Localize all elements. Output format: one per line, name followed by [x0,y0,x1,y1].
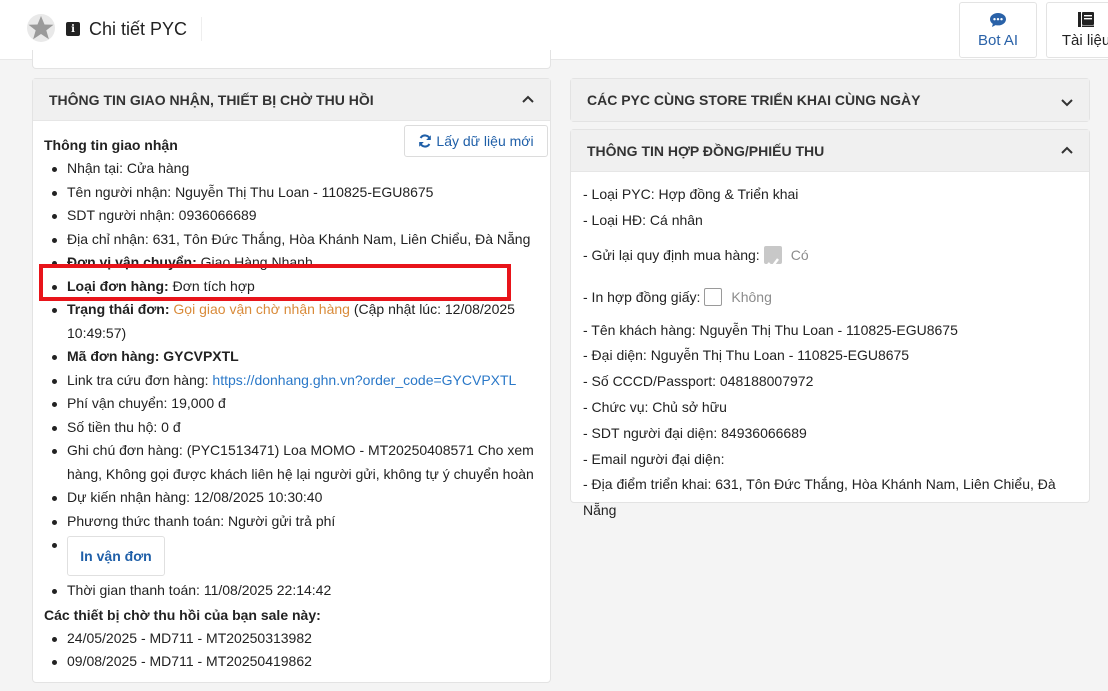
status-label: Trạng thái đơn: [67,301,170,317]
docs-button[interactable]: Tài liệu [1046,2,1108,58]
refresh-data-button[interactable]: Lấy dữ liệu mới [404,125,548,157]
list-item: Số tiền thu hộ: 0 đ [44,416,539,440]
list-item: Nhận tại: Cửa hàng [44,157,539,181]
contract-type: - Loại HĐ: Cá nhân [583,211,703,228]
print-contract-value: Không [731,288,772,305]
list-item: Trạng thái đơn: Gọi giao vận chờ nhận hà… [44,298,539,345]
page-title: Chi tiết PYC [89,18,188,39]
refresh-label: Lấy dữ liệu mới [436,133,534,149]
list-item: SDT người nhận: 0936066689 [44,204,539,228]
list-item: Đơn vị vận chuyển: Giao Hàng Nhanh [44,251,539,275]
list-item: Dự kiến nhận hàng: 12/08/2025 10:30:40 [44,486,539,510]
tracking-link[interactable]: https://donhang.ghn.vn?order_code=GYCVPX… [212,372,516,388]
print-contract-checkbox[interactable] [704,287,723,306]
device-item: 09/08/2025 - MD711 - MT20250419862 [44,650,539,674]
same-store-panel: CÁC PYC CÙNG STORE TRIỂN KHAI CÙNG NGÀY [570,78,1090,122]
resend-policy-value: Có [790,246,809,263]
delivery-info-list: Nhận tại: Cửa hàng Tên người nhận: Nguyễ… [44,157,539,603]
contract-panel-title: THÔNG TIN HỢP ĐỒNG/PHIẾU THU [587,142,825,159]
order-type-value: Đơn tích hợp [172,277,255,294]
delivery-panel-header[interactable]: THÔNG TIN GIAO NHẬN, THIẾT BỊ CHỜ THU HỒ… [33,79,550,121]
list-item: Phí vận chuyển: 19,000 đ [44,392,539,416]
print-contract-label: - In hợp đồng giấy: [583,288,701,305]
info-icon: i [66,22,80,36]
delivery-panel-body: Thông tin giao nhận Lấy dữ liệu mới Nhận… [33,121,550,686]
same-store-panel-header[interactable]: CÁC PYC CÙNG STORE TRIỂN KHAI CÙNG NGÀY [571,79,1089,121]
order-code-value: GYCVPXTL [163,348,239,364]
list-item: Thời gian thanh toán: 11/08/2025 22:14:4… [44,579,539,603]
book-icon [1078,12,1094,27]
devices-list: 24/05/2025 - MD711 - MT20250313982 09/08… [44,627,539,674]
devices-section-title: Các thiết bị chờ thu hồi của bạn sale nà… [44,606,321,623]
same-store-panel-title: CÁC PYC CÙNG STORE TRIỂN KHAI CÙNG NGÀY [587,92,921,108]
contract-panel-body: - Loại PYC: Hợp đồng & Triển khai - Loại… [571,172,1089,534]
chat-bubble-icon [990,12,1006,27]
delivery-panel: THÔNG TIN GIAO NHẬN, THIẾT BỊ CHỜ THU HỒ… [32,78,551,683]
print-waybill-button[interactable]: In vận đơn [67,536,165,576]
rep-phone: - SDT người đại diện: 84936066689 [583,424,807,441]
list-item: Link tra cứu đơn hàng: https://donhang.g… [44,369,539,393]
order-code-label: Mã đơn hàng: [67,348,160,364]
star-logo-icon[interactable] [26,13,56,43]
print-contract-row: - In hợp đồng giấy: Không [583,276,1077,318]
previous-panel-edge [32,50,551,69]
list-item: Tên người nhận: Nguyễn Thị Thu Loan - 11… [44,181,539,205]
docs-label: Tài liệu [1061,32,1108,49]
carrier-value: Giao Hàng Nhanh [200,254,313,270]
refresh-icon [419,134,432,148]
chevron-down-icon[interactable] [1059,95,1075,111]
check-icon [766,257,779,269]
customer-name: - Tên khách hàng: Nguyễn Thị Thu Loan - … [583,321,958,338]
chevron-up-icon[interactable] [1059,142,1075,158]
contract-panel: THÔNG TIN HỢP ĐỒNG/PHIẾU THU - Loại PYC:… [570,129,1090,518]
device-item: 24/05/2025 - MD711 - MT20250313982 [44,627,539,651]
deploy-location: - Địa điểm triển khai: 631, Tôn Đức Thắn… [583,476,1056,519]
tracking-label: Link tra cứu đơn hàng: [67,371,209,388]
list-item: Loại đơn hàng: Đơn tích hợp [44,275,539,299]
rep-email: - Email người đại diện: [583,450,725,467]
resend-policy-checkbox[interactable] [763,245,782,269]
resend-policy-label: - Gửi lại quy định mua hàng: [583,246,760,263]
bot-ai-label: Bot AI [977,31,1019,49]
carrier-label: Đơn vị vận chuyển: [67,254,197,270]
list-item: Mã đơn hàng: GYCVPXTL [44,345,539,369]
list-item: In vận đơn [44,533,539,579]
list-item: Địa chỉ nhận: 631, Tôn Đức Thắng, Hòa Kh… [44,228,539,252]
contract-panel-header[interactable]: THÔNG TIN HỢP ĐỒNG/PHIẾU THU [571,130,1089,172]
id-number: - Số CCCD/Passport: 048188007972 [583,373,814,390]
status-value: Gọi giao vận chờ nhận hàng [173,301,350,317]
chevron-up-icon[interactable] [520,91,536,107]
list-item: Phương thức thanh toán: Người gửi trả ph… [44,510,539,534]
pyc-type: - Loại PYC: Hợp đồng & Triển khai [583,186,799,202]
representative: - Đại diện: Nguyễn Thị Thu Loan - 110825… [583,347,910,364]
list-item: Ghi chú đơn hàng: (PYC1513471) Loa MOMO … [44,439,539,486]
resend-policy-row: - Gửi lại quy định mua hàng: Có [583,234,1077,276]
page-title-wrap: i Chi tiết PYC [66,17,203,41]
position: - Chức vụ: Chủ sở hữu [583,398,727,415]
bot-ai-button[interactable]: Bot AI [959,2,1037,58]
delivery-panel-title: THÔNG TIN GIAO NHẬN, THIẾT BỊ CHỜ THU HỒ… [49,91,374,108]
order-type-label: Loại đơn hàng: [67,277,169,294]
